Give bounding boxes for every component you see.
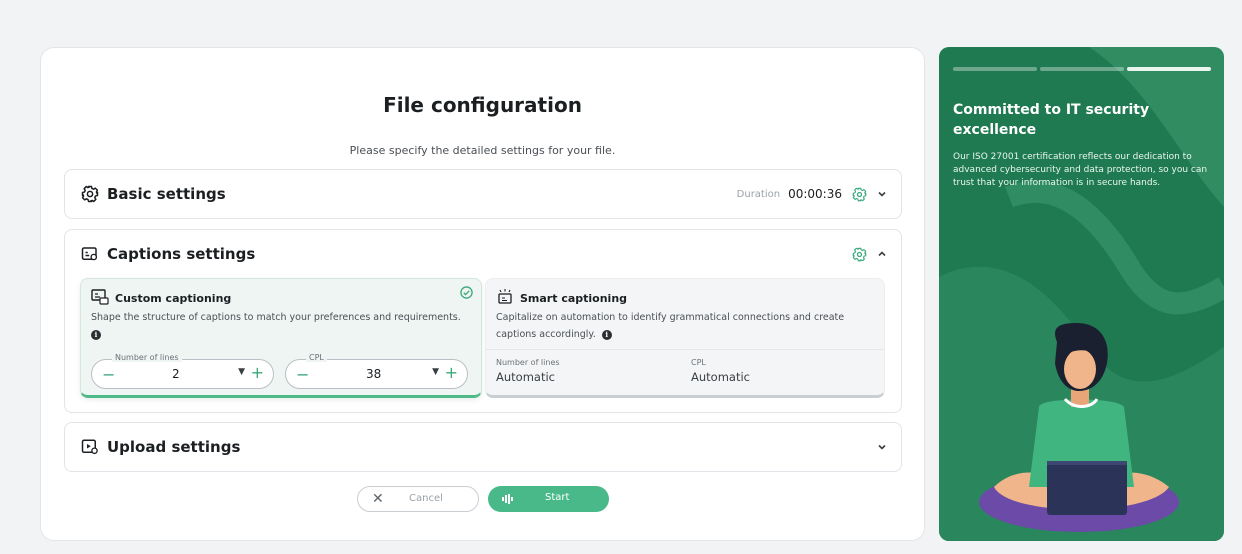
captions-settings-icon [81,245,99,263]
chevron-up-icon[interactable] [875,247,889,261]
chevron-down-icon[interactable] [875,187,889,201]
number-of-lines-label: Number of lines [112,353,182,362]
captions-settings-title: Captions settings [107,245,256,263]
smart-captioning-title: Smart captioning [520,292,628,305]
check-circle-icon [460,286,473,299]
smart-lines-label: Number of lines [496,358,560,367]
promo-text: Our ISO 27001 certification reflects our… [953,152,1208,188]
settings-gear-icon[interactable] [852,247,867,262]
duration-label: Duration [736,188,781,200]
cancel-button[interactable]: ✕ Cancel [357,486,479,512]
plus-icon[interactable]: + [445,363,458,382]
basic-settings-title: Basic settings [107,185,226,203]
page-subtitle: Please specify the detailed settings for… [349,144,616,157]
cpl-value[interactable]: 38 [366,367,381,381]
divider [486,349,884,350]
smart-cpl-label: CPL [691,358,706,367]
slide-indicator-1[interactable] [953,67,1037,71]
custom-captioning-option[interactable]: Custom captioning Shape the structure of… [80,278,482,398]
cpl-stepper[interactable]: CPL − 38 ▼ + [285,353,468,389]
info-icon[interactable]: i [601,329,612,340]
minus-icon[interactable]: − [296,365,309,384]
upload-settings-title: Upload settings [107,438,241,456]
captions-settings-section: Captions settings Custom captioning Shap… [64,229,902,413]
duration-value: 00:00:36 [788,187,842,201]
smart-captioning-description: Capitalize on automation to identify gra… [496,312,845,340]
slide-indicator-2[interactable] [1040,67,1124,71]
custom-captioning-title: Custom captioning [115,292,232,305]
number-of-lines-value[interactable]: 2 [172,367,180,381]
info-icon[interactable]: i [91,329,101,340]
caret-down-icon[interactable]: ▼ [238,367,245,377]
file-configuration-card: File configuration Please specify the de… [40,47,925,541]
smart-captioning-option[interactable]: Smart captioning Capitalize on automatio… [485,278,885,398]
custom-caption-icon [91,289,109,308]
settings-gear-icon[interactable] [852,187,867,202]
promo-title: Committed to IT security excellence [953,102,1150,138]
smart-caption-icon [496,289,514,308]
upload-video-icon [81,438,99,456]
start-button-label: Start [545,492,570,503]
basic-settings-section[interactable]: Basic settings Duration 00:00:36 [64,169,902,219]
cpl-label: CPL [306,353,327,362]
smart-lines-value: Automatic [496,370,555,384]
plus-icon[interactable]: + [251,363,264,382]
close-icon: ✕ [372,491,384,507]
gear-icon [81,185,99,203]
start-button[interactable]: Start [488,486,609,512]
smart-cpl: CPL Automatic [691,358,750,384]
page-title: File configuration [383,93,582,117]
smart-cpl-value: Automatic [691,370,750,384]
slide-indicator-3[interactable] [1127,67,1211,71]
smart-number-of-lines: Number of lines Automatic [496,358,560,384]
minus-icon[interactable]: − [102,365,115,384]
audio-bars-icon [502,494,513,507]
chevron-down-icon[interactable] [875,440,889,454]
upload-settings-section[interactable]: Upload settings [64,422,902,472]
cancel-button-label: Cancel [409,493,443,504]
promo-panel: Committed to IT security excellence Our … [939,47,1224,541]
caret-down-icon[interactable]: ▼ [432,367,439,377]
number-of-lines-stepper[interactable]: Number of lines − 2 ▼ + [91,353,274,389]
custom-captioning-description: Shape the structure of captions to match… [91,312,461,323]
